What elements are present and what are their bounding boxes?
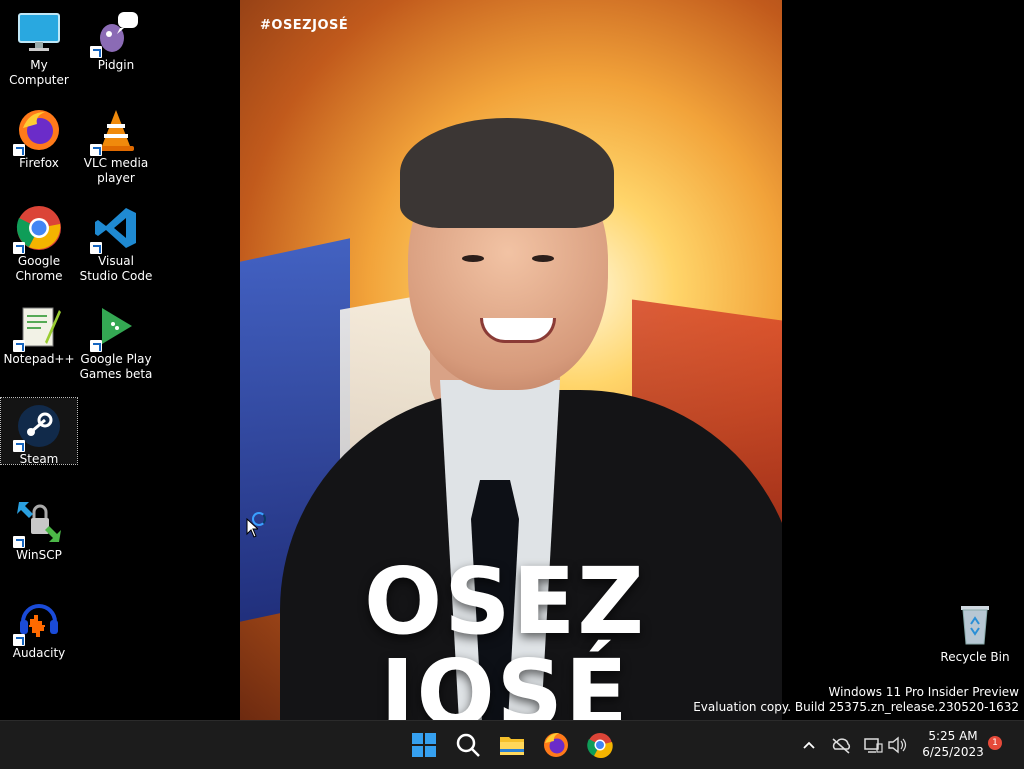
clock-time: 5:25 AM bbox=[928, 729, 978, 743]
steam-icon bbox=[13, 402, 63, 452]
mouse-cursor-icon bbox=[246, 517, 260, 542]
desktop-icon-label: Visual Studio Code bbox=[79, 254, 153, 283]
shortcut-arrow-icon bbox=[13, 242, 25, 254]
file-explorer-icon bbox=[500, 737, 524, 755]
speaker-icon bbox=[888, 736, 907, 754]
monitor-icon bbox=[15, 8, 63, 56]
clock-date: 6/25/2023 bbox=[922, 745, 984, 759]
desktop-icon-label: VLC media player bbox=[83, 156, 149, 185]
notification-badge[interactable]: 1 bbox=[988, 736, 1002, 750]
vscode-icon bbox=[90, 204, 140, 254]
desktop-icon-steam[interactable]: Steam bbox=[0, 397, 78, 466]
portrait-hair bbox=[400, 118, 614, 228]
start-button[interactable] bbox=[408, 729, 440, 761]
shortcut-arrow-icon bbox=[90, 340, 102, 352]
shortcut-arrow-icon bbox=[13, 440, 25, 452]
portrait-eye-right bbox=[532, 255, 554, 262]
firefox-icon bbox=[13, 106, 63, 156]
taskbar-firefox-button[interactable] bbox=[540, 729, 572, 761]
poster-title-line1: OSEZ bbox=[363, 548, 647, 655]
desktop-icon-winscp[interactable]: WinSCP bbox=[1, 494, 77, 563]
search-button[interactable] bbox=[452, 729, 484, 761]
chevron-up-icon bbox=[803, 741, 815, 749]
chrome-icon bbox=[13, 204, 63, 254]
desktop-icon-pidgin[interactable]: Pidgin bbox=[78, 4, 154, 73]
pidgin-icon bbox=[90, 8, 140, 58]
volume-button[interactable] bbox=[886, 729, 908, 761]
shortcut-arrow-icon bbox=[90, 144, 102, 156]
desktop-icon-label: Google Chrome bbox=[15, 254, 63, 283]
start-icon bbox=[412, 733, 436, 757]
windows-watermark: Windows 11 Pro Insider Preview Evaluatio… bbox=[693, 685, 1019, 715]
shortcut-arrow-icon bbox=[90, 242, 102, 254]
show-hidden-icons-button[interactable] bbox=[800, 729, 818, 761]
poster-hashtag: #OSEZJOSÉ bbox=[260, 18, 349, 33]
desktop-icon-label: Pidgin bbox=[97, 58, 135, 72]
shortcut-arrow-icon bbox=[13, 340, 25, 352]
network-icon bbox=[864, 738, 883, 753]
desktop-icon-firefox[interactable]: Firefox bbox=[1, 102, 77, 171]
portrait-eye-left bbox=[462, 255, 484, 262]
recycle-bin-icon bbox=[951, 600, 999, 648]
vlc-icon bbox=[90, 106, 140, 156]
desktop-icon-vlc[interactable]: VLC media player bbox=[78, 102, 154, 186]
search-icon bbox=[456, 733, 480, 757]
desktop-icon-label: Google Play Games beta bbox=[79, 352, 153, 381]
desktop-icon-label: Notepad++ bbox=[3, 352, 75, 366]
desktop-icon-label: Firefox bbox=[19, 156, 59, 170]
desktop-icon-label: WinSCP bbox=[16, 548, 62, 562]
watermark-line1: Windows 11 Pro Insider Preview bbox=[828, 685, 1019, 699]
desktop-icon-label: Steam bbox=[19, 452, 59, 466]
desktop-icon-audacity[interactable]: Audacity bbox=[1, 592, 77, 661]
desktop-icon-vscode[interactable]: Visual Studio Code bbox=[78, 200, 154, 284]
shortcut-arrow-icon bbox=[13, 634, 25, 646]
firefox-icon bbox=[544, 733, 568, 757]
desktop-icon-recycle-bin[interactable]: Recycle Bin bbox=[937, 596, 1013, 665]
shortcut-arrow-icon bbox=[13, 536, 25, 548]
chrome-icon bbox=[587, 733, 613, 759]
wallpaper-poster: #OSEZJOSÉ OSEZ JOSÉ bbox=[240, 0, 782, 720]
network-button[interactable] bbox=[862, 729, 884, 761]
desktop-icon-label: Recycle Bin bbox=[940, 650, 1010, 664]
winscp-icon bbox=[13, 498, 63, 548]
google-play-games-icon bbox=[90, 302, 140, 352]
taskbar: 5:25 AM 6/25/2023 bbox=[0, 720, 1024, 769]
desktop-icon-my-computer[interactable]: My Computer bbox=[1, 4, 77, 88]
watermark-line2: Evaluation copy. Build 25375.zn_release.… bbox=[693, 700, 1019, 714]
taskbar-chrome-button[interactable] bbox=[584, 729, 616, 761]
desktop-icon-chrome[interactable]: Google Chrome bbox=[1, 200, 77, 284]
onedrive-button[interactable] bbox=[830, 729, 852, 761]
clock-button[interactable]: 5:25 AM 6/25/2023 bbox=[912, 728, 994, 760]
audacity-icon bbox=[13, 596, 63, 646]
desktop-icon-notepadpp[interactable]: Notepad++ bbox=[1, 298, 77, 367]
shortcut-arrow-icon bbox=[13, 144, 25, 156]
desktop-icon-label: Audacity bbox=[12, 646, 66, 660]
desktop-icon-label: My Computer bbox=[9, 58, 69, 87]
notepadpp-icon bbox=[13, 302, 63, 352]
file-explorer-button[interactable] bbox=[496, 729, 528, 761]
shortcut-arrow-icon bbox=[90, 46, 102, 58]
desktop-icon-google-play-games[interactable]: Google Play Games beta bbox=[78, 298, 154, 382]
cloud-offline-icon bbox=[832, 738, 851, 754]
